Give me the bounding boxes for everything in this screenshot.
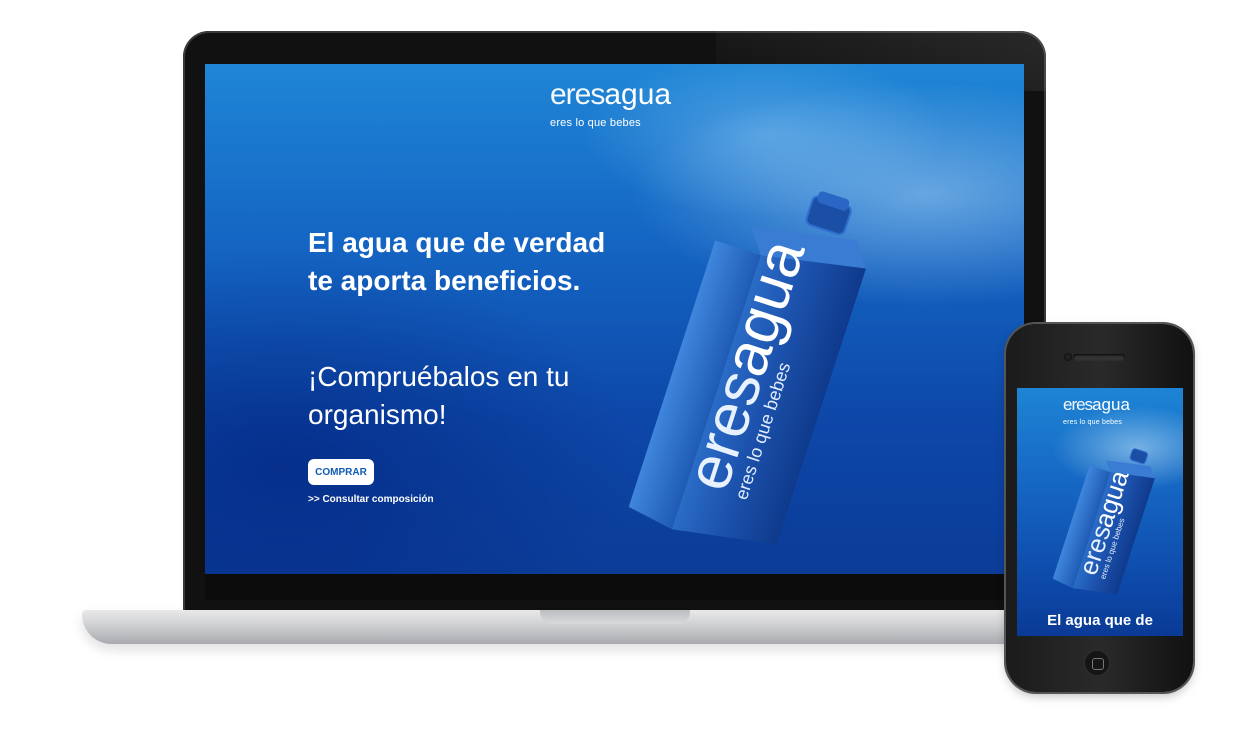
phone-screen: eresagua eres lo que bebes eres agua ere…: [1017, 388, 1183, 636]
logo-word-eres: eres: [550, 78, 605, 111]
brand-logo[interactable]: eresagua eres lo que bebes: [550, 80, 671, 138]
phone-hero-title: El agua que de: [1047, 612, 1153, 629]
phone-speaker: [1073, 354, 1125, 361]
water-carton-image: eres agua eres lo que bebes: [628, 191, 866, 545]
phone-camera-icon: [1064, 353, 1072, 361]
laptop-screen: eresagua eres lo que bebes El agua que d…: [205, 64, 1024, 574]
laptop-bezel-bottom: [205, 574, 1024, 600]
composition-link[interactable]: >> Consultar composición: [308, 494, 434, 505]
hero-subtitle: ¡Compruébalos en tu organismo!: [308, 361, 570, 430]
logo-word-agua: agua: [604, 78, 672, 111]
buy-button[interactable]: COMPRAR: [308, 459, 374, 485]
phone-logo-tagline: eres lo que bebes: [1063, 419, 1123, 426]
laptop-notch: [540, 610, 690, 624]
phone-logo-word-eres: eres: [1063, 395, 1093, 414]
phone-logo-word-agua: agua: [1092, 395, 1130, 414]
phone-brand-logo[interactable]: eresagua eres lo que bebes: [1063, 396, 1130, 432]
hero-title: El agua que de verdad te aporta benefici…: [308, 227, 606, 296]
logo-tagline: eres lo que bebes: [550, 117, 641, 129]
phone-water-carton-image: eres agua eres lo que bebes: [1052, 448, 1155, 595]
phone-home-button-icon[interactable]: [1083, 649, 1111, 677]
